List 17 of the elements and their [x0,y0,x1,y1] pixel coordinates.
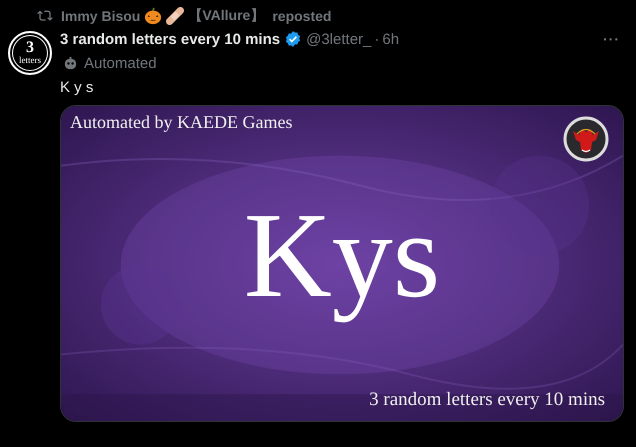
reposter-name[interactable]: Immy Bisou [61,8,140,24]
automated-label: Automated [84,54,157,72]
author-name[interactable]: 3 random letters every 10 mins [60,30,280,48]
more-button[interactable]: ··· [599,31,624,47]
reposted-label: reposted [272,8,332,24]
robot-icon [63,56,78,70]
image-title: Kys [244,187,440,325]
pumpkin-icon [144,7,162,25]
reposter-tag: 【VAllure】 [188,7,264,25]
image-caption: 3 random letters every 10 mins [369,389,605,411]
demon-logo-icon [563,116,609,162]
post-text: K y s [60,78,94,98]
post-time[interactable]: 6h [382,30,400,48]
avatar[interactable]: 3 letters [8,31,52,75]
separator: · [374,30,380,48]
author-handle[interactable]: @3letter_ [306,30,372,48]
image-caption: Automated by KAEDE Games [70,112,292,133]
